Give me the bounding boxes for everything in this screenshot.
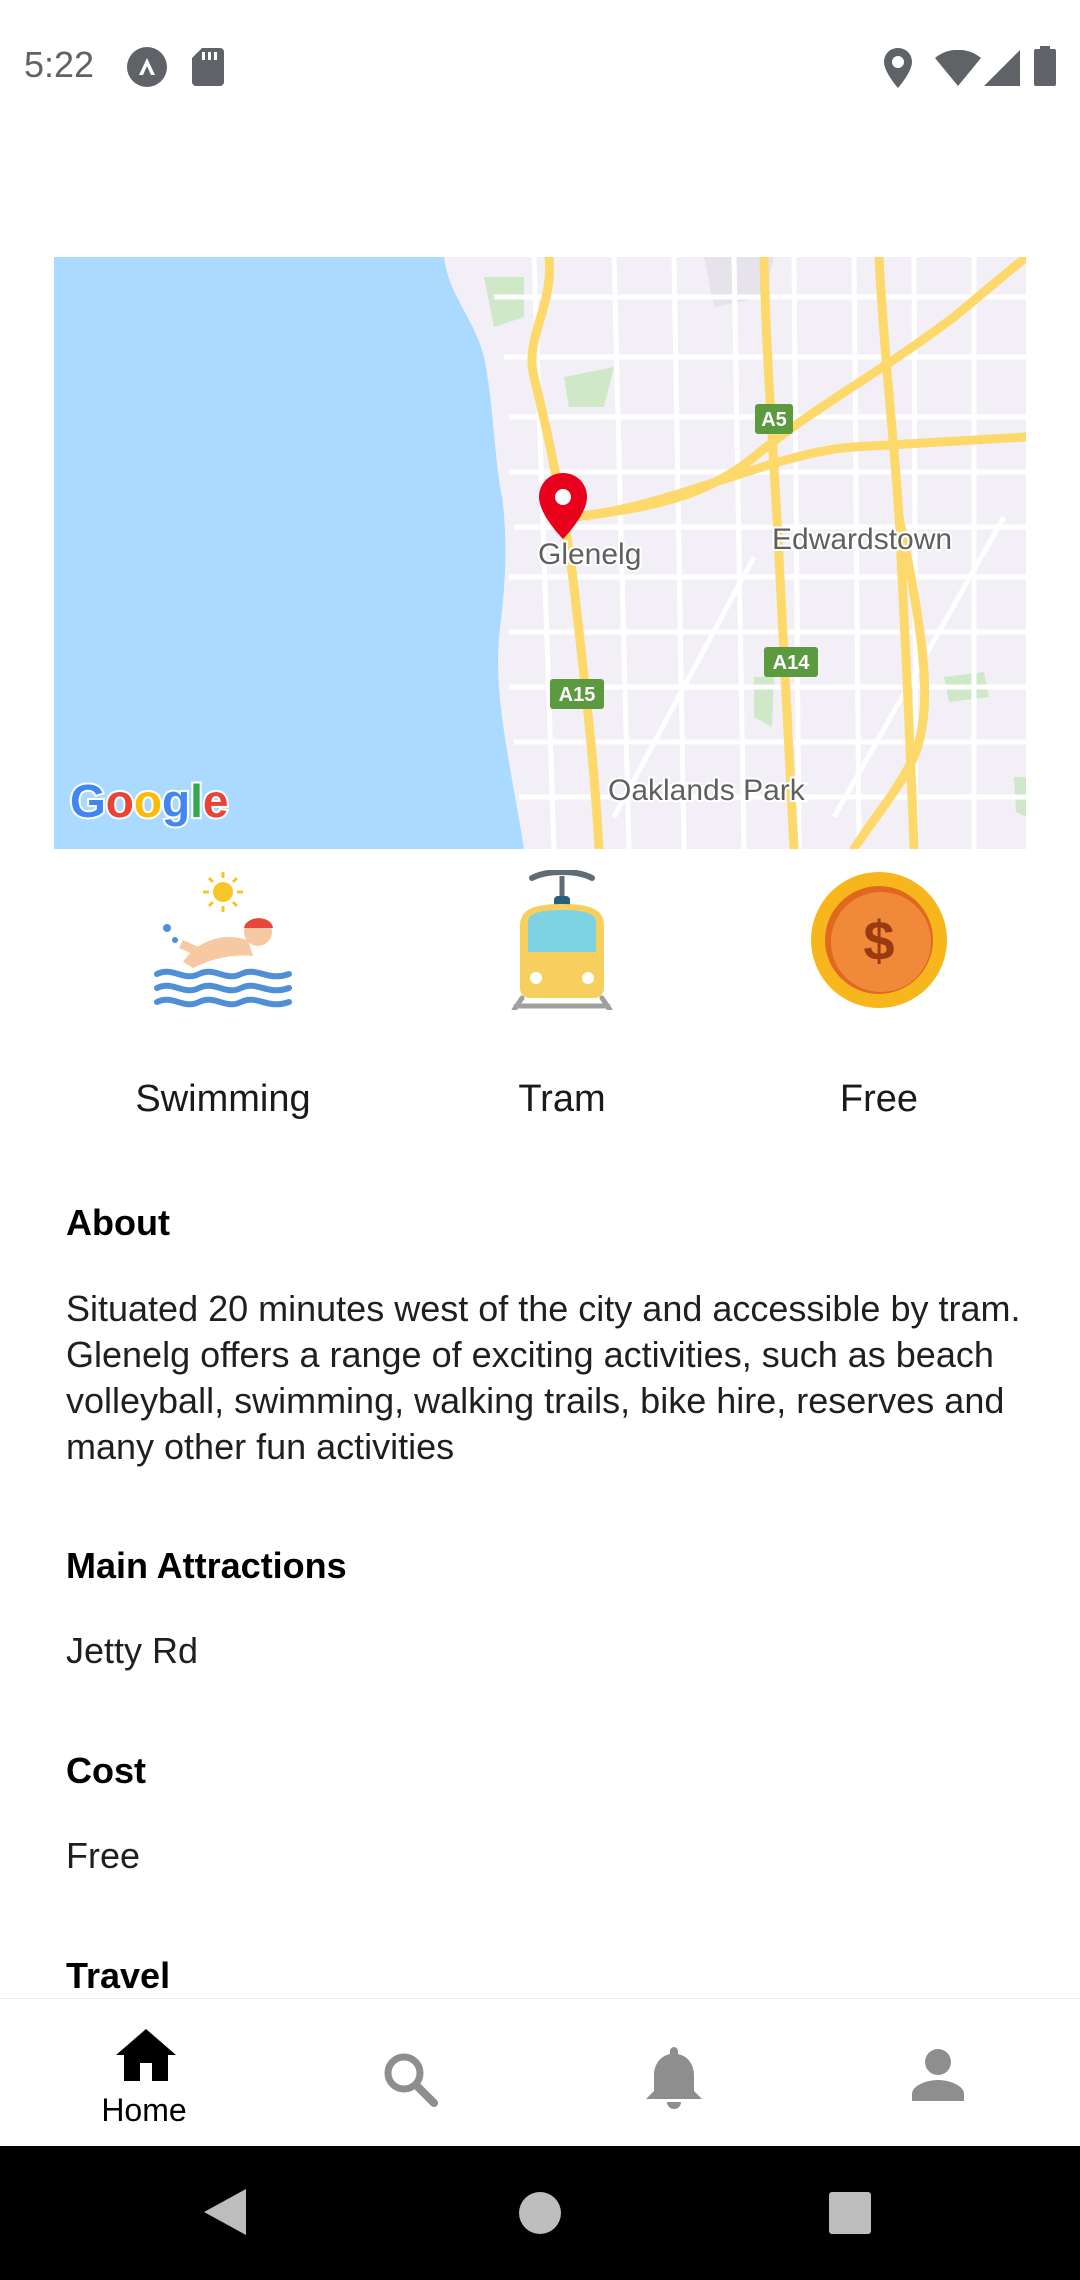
amenity-cost: $ Free — [729, 860, 1029, 1140]
amenity-tram: Tram — [412, 860, 712, 1140]
svg-text:$: $ — [863, 909, 894, 972]
battery-icon — [1034, 46, 1056, 86]
amenity-swimming: Swimming — [73, 860, 373, 1140]
bottom-navigation: Home — [0, 1998, 1080, 2147]
about-title: About — [66, 1202, 170, 1243]
tram-icon — [511, 870, 613, 1010]
map-view[interactable]: A5 A14 A15 Glenelg Edwardstown Oaklands … — [54, 257, 1026, 849]
main-attractions-text: Jetty Rd — [66, 1630, 199, 1671]
person-icon — [912, 2049, 964, 2101]
map-label-glenelg: Glenelg — [538, 538, 641, 571]
status-time: 5:22 — [24, 44, 95, 85]
wifi-icon — [935, 50, 981, 86]
amenity-label-free: Free — [839, 1078, 919, 1120]
home-icon — [116, 2029, 176, 2081]
map-label-edwardstown: Edwardstown — [772, 523, 952, 556]
cost-title: Cost — [66, 1750, 146, 1791]
swimming-icon — [154, 872, 292, 1008]
amenity-label-tram: Tram — [518, 1078, 606, 1120]
location-icon — [884, 48, 912, 88]
recents-icon[interactable] — [829, 2192, 871, 2234]
road-shield-a14: A14 — [764, 647, 818, 677]
nav-item-profile[interactable] — [838, 1999, 1038, 2147]
cost-text: Free — [66, 1835, 141, 1876]
nav-item-search[interactable] — [310, 1999, 510, 2147]
dollar-coin-icon: $ — [811, 872, 947, 1008]
about-text: Situated 20 minutes west of the city and… — [66, 1288, 1021, 1467]
svg-text:A14: A14 — [773, 652, 811, 674]
nav-item-notifications[interactable] — [574, 1999, 774, 2147]
road-shield-a5: A5 — [755, 404, 793, 434]
google-logo: Google — [68, 773, 230, 829]
bell-icon — [646, 2047, 702, 2109]
signal-icon — [984, 50, 1020, 86]
nav-item-home[interactable]: Home — [44, 1999, 244, 2147]
svg-text:A15: A15 — [559, 684, 596, 706]
home-circle-icon[interactable] — [519, 2192, 561, 2234]
app-screen: 5:22 A5 A14 A15 Glenelg Edwardstown Oakl… — [0, 0, 1080, 2280]
sd-card-icon — [192, 48, 224, 86]
nav-label-home: Home — [101, 2092, 187, 2128]
search-icon — [384, 2053, 438, 2107]
system-navigation-bar — [0, 2146, 1080, 2280]
road-shield-a15: A15 — [550, 679, 604, 709]
travel-title: Travel — [66, 1955, 171, 1996]
status-bar: 5:22 — [0, 0, 1080, 130]
android-auto-icon — [127, 47, 167, 87]
svg-text:Google: Google — [70, 775, 228, 827]
amenity-label-swimming: Swimming — [135, 1078, 311, 1120]
back-icon[interactable] — [204, 2189, 246, 2235]
main-attractions-title: Main Attractions — [66, 1545, 347, 1586]
svg-text:A5: A5 — [761, 409, 787, 431]
map-graphic: A5 A14 A15 Glenelg Edwardstown Oaklands … — [54, 257, 1026, 849]
map-label-oaklands-park: Oaklands Park — [608, 774, 806, 807]
